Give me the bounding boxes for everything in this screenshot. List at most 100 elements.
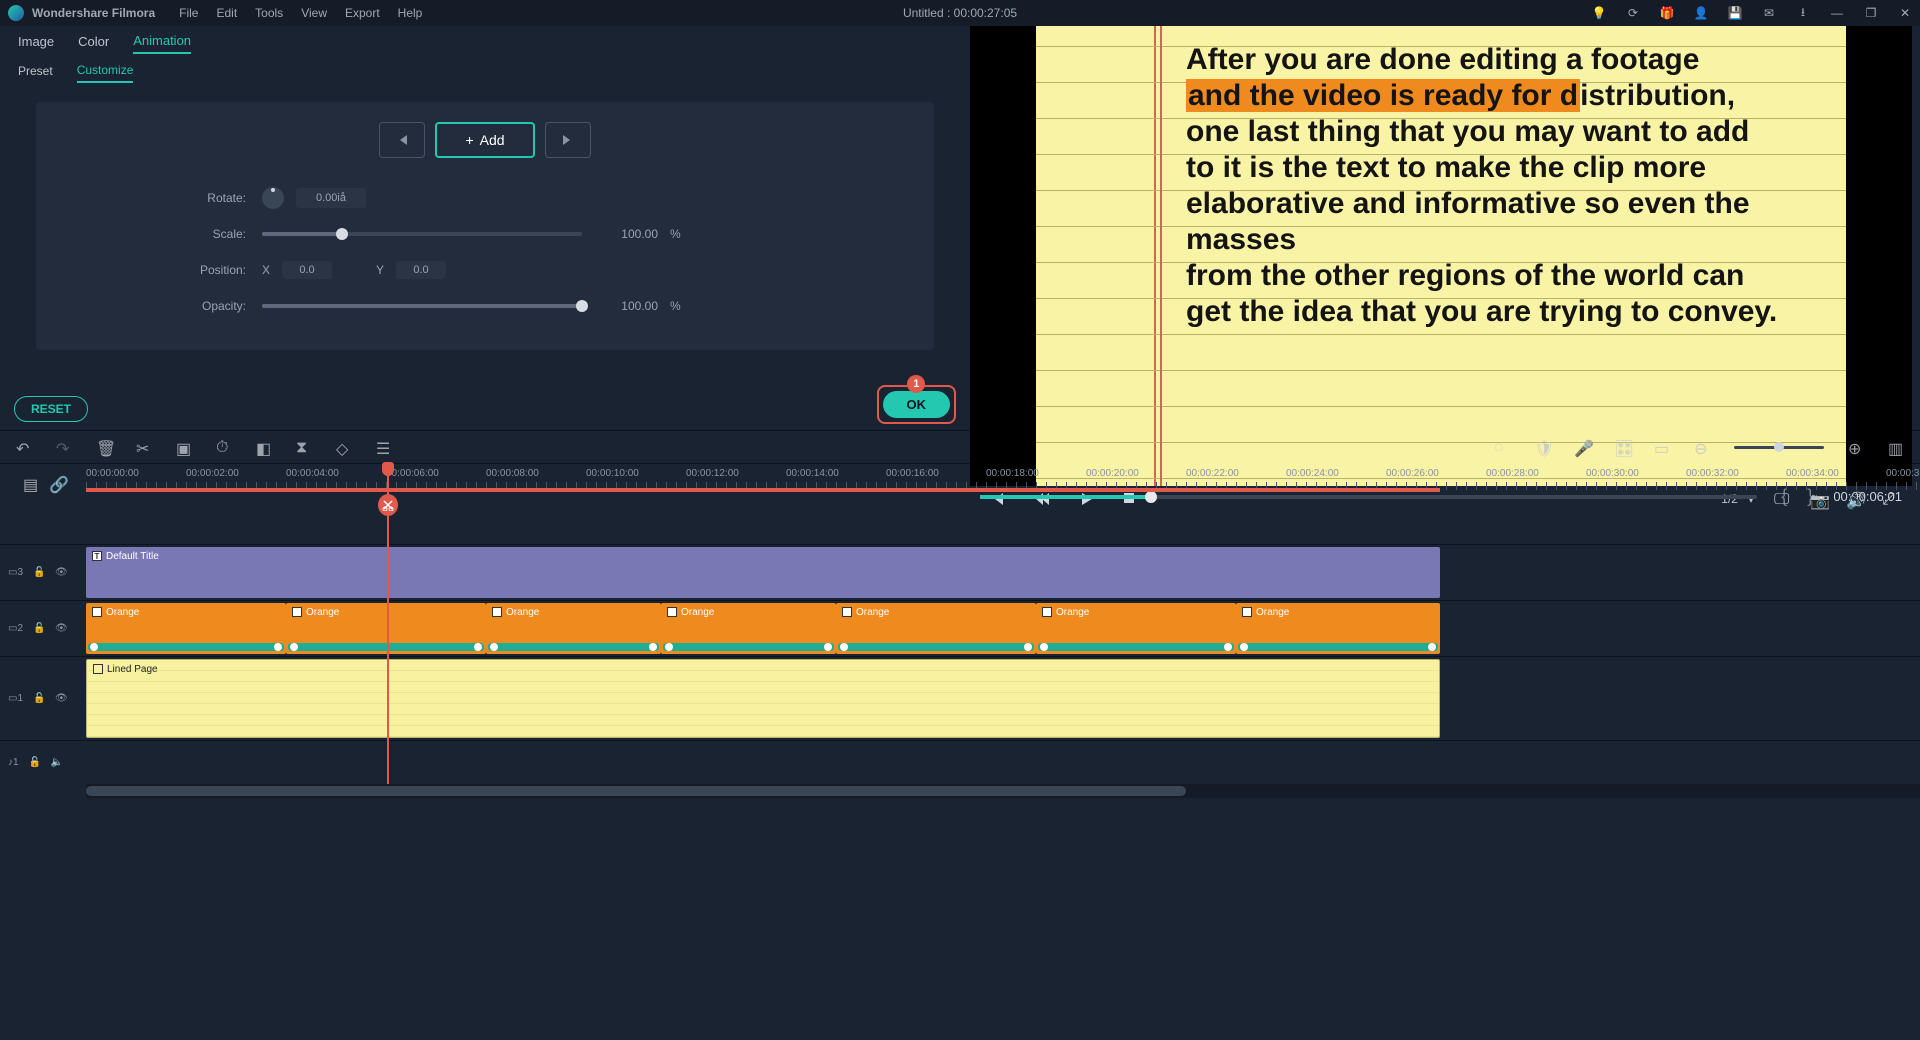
download-icon[interactable]: ⭳	[1796, 6, 1810, 20]
voiceover-icon[interactable]: 🎤	[1574, 439, 1590, 455]
scale-pct: %	[670, 227, 681, 241]
menu-file[interactable]: File	[179, 6, 198, 20]
document-title: Untitled : 00:00:27:05	[903, 6, 1017, 20]
mixer-icon[interactable]: 🎛	[1614, 439, 1630, 455]
pos-x-input[interactable]: 0.0	[282, 261, 332, 279]
link-icon[interactable]: 🔗	[49, 475, 63, 489]
lock-icon[interactable]: 🔓	[33, 623, 45, 635]
menu-help[interactable]: Help	[398, 6, 423, 20]
opacity-slider[interactable]	[262, 304, 582, 308]
scale-label: Scale:	[62, 227, 262, 241]
track-manage-icon[interactable]: ▤	[23, 475, 37, 489]
menu-edit[interactable]: Edit	[216, 6, 237, 20]
ruler-label: 00:00:08:00	[486, 468, 539, 479]
split-icon[interactable]: ✂	[136, 439, 152, 455]
undo-icon[interactable]: ↶	[16, 439, 32, 455]
rotate-knob[interactable]	[262, 187, 284, 209]
add-keyframe-button[interactable]: +Add	[435, 122, 535, 158]
rotate-input[interactable]: 0.00iå	[296, 188, 366, 208]
scale-value[interactable]: 100.00	[594, 227, 658, 241]
zoom-fit-icon[interactable]: ▥	[1888, 439, 1904, 455]
color-icon[interactable]: ◧	[256, 439, 272, 455]
reset-button[interactable]: RESET	[14, 396, 88, 422]
track-row: ♪1🔓🔈	[0, 740, 1920, 784]
clip-orange[interactable]: Orange	[86, 603, 286, 654]
crop-icon[interactable]: ▣	[176, 439, 192, 455]
menu-export[interactable]: Export	[345, 6, 380, 20]
tips-icon[interactable]: 💡	[1592, 6, 1606, 20]
ruler-label: 00:00:02:00	[186, 468, 239, 479]
ruler-label: 00:00:12:00	[686, 468, 739, 479]
zoom-in-icon[interactable]: ⊕	[1848, 439, 1864, 455]
scale-slider[interactable]	[262, 232, 582, 236]
lock-icon[interactable]: 🔓	[29, 757, 41, 769]
delete-icon[interactable]: 🗑	[96, 439, 112, 455]
scissors-icon[interactable]	[378, 494, 398, 516]
preview-text-line: and the video is ready for distribution,	[1186, 78, 1846, 114]
marker-icon[interactable]: 🛡	[1534, 439, 1550, 455]
rotate-label: Rotate:	[62, 191, 262, 205]
tab-customize[interactable]: Customize	[77, 59, 134, 83]
playhead[interactable]	[387, 464, 389, 784]
preview-viewport[interactable]: After you are done editing a footageand …	[970, 26, 1912, 486]
ok-button[interactable]: OK	[883, 391, 951, 418]
next-keyframe-button[interactable]	[545, 122, 591, 158]
ruler-label: 00:00:04:00	[286, 468, 339, 479]
redo-icon[interactable]: ↷	[56, 439, 72, 455]
record-icon[interactable]: ▭	[1654, 439, 1670, 455]
clip-orange[interactable]: Orange	[836, 603, 1036, 654]
ruler-label: 00:00:00:00	[86, 468, 139, 479]
track-row: ▭2🔓👁OrangeOrangeOrangeOrangeOrangeOrange…	[0, 600, 1920, 656]
opacity-label: Opacity:	[62, 299, 262, 313]
clip-lined[interactable]: Lined Page	[86, 659, 1440, 738]
ruler-label: 00:00:32:00	[1686, 468, 1739, 479]
lock-icon[interactable]: 🔓	[33, 567, 45, 579]
zoom-slider[interactable]	[1734, 446, 1824, 449]
timeline: ▤ 🔗 00:00:00:0000:00:02:0000:00:04:0000:…	[0, 464, 1920, 798]
refresh-icon[interactable]: ⟳	[1626, 6, 1640, 20]
mute-icon[interactable]: 🔈	[51, 757, 63, 769]
clip-orange[interactable]: Orange	[486, 603, 661, 654]
ruler-label: 00:00:26:00	[1386, 468, 1439, 479]
pos-y-input[interactable]: 0.0	[396, 261, 446, 279]
gift-icon[interactable]: 🎁	[1660, 6, 1674, 20]
tab-preset[interactable]: Preset	[18, 60, 53, 82]
clip-orange[interactable]: Orange	[286, 603, 486, 654]
clip-orange[interactable]: Orange	[661, 603, 836, 654]
speed-icon[interactable]: ⏱	[216, 439, 232, 455]
keyframe-icon[interactable]: ◇	[336, 439, 352, 455]
opacity-pct: %	[670, 299, 681, 313]
user-icon[interactable]: 👤	[1694, 6, 1708, 20]
render-icon[interactable]: ◌	[1494, 439, 1510, 455]
clip-orange[interactable]: Orange	[1236, 603, 1440, 654]
ok-callout: 1 OK	[877, 385, 957, 424]
lock-icon[interactable]: 🔓	[33, 693, 45, 705]
time-ruler[interactable]: 00:00:00:00 00:00:02:00 00:00:04:00 00:00:0…	[86, 464, 1920, 500]
inspector-tabs: Image Color Animation	[0, 26, 970, 56]
ruler-label: 00:00:16:00	[886, 468, 939, 479]
maximize-icon[interactable]: ❐	[1864, 6, 1878, 20]
clip-title[interactable]: TDefault Title	[86, 547, 1440, 598]
app-logo-icon	[8, 5, 24, 21]
timeline-scrollbar[interactable]	[0, 784, 1920, 798]
duration-icon[interactable]: ⧗	[296, 439, 312, 455]
zoom-out-icon[interactable]: ⊖	[1694, 439, 1710, 455]
tab-image[interactable]: Image	[18, 30, 54, 53]
save-icon[interactable]: 💾	[1728, 6, 1742, 20]
mail-icon[interactable]: ✉	[1762, 6, 1776, 20]
menu-view[interactable]: View	[301, 6, 327, 20]
visibility-icon[interactable]: 👁	[55, 567, 67, 579]
tab-animation[interactable]: Animation	[133, 29, 191, 54]
menu-tools[interactable]: Tools	[255, 6, 283, 20]
minimize-icon[interactable]: —	[1830, 6, 1844, 20]
preview-panel: After you are done editing a footageand …	[970, 26, 1920, 430]
clip-orange[interactable]: Orange	[1036, 603, 1236, 654]
tab-color[interactable]: Color	[78, 30, 109, 53]
prev-keyframe-button[interactable]	[379, 122, 425, 158]
opacity-value[interactable]: 100.00	[594, 299, 658, 313]
close-icon[interactable]: ✕	[1898, 6, 1912, 20]
track-type-icon: ▭1	[8, 693, 23, 704]
visibility-icon[interactable]: 👁	[55, 693, 67, 705]
visibility-icon[interactable]: 👁	[55, 623, 67, 635]
adjust-icon[interactable]: ☰	[376, 439, 392, 455]
